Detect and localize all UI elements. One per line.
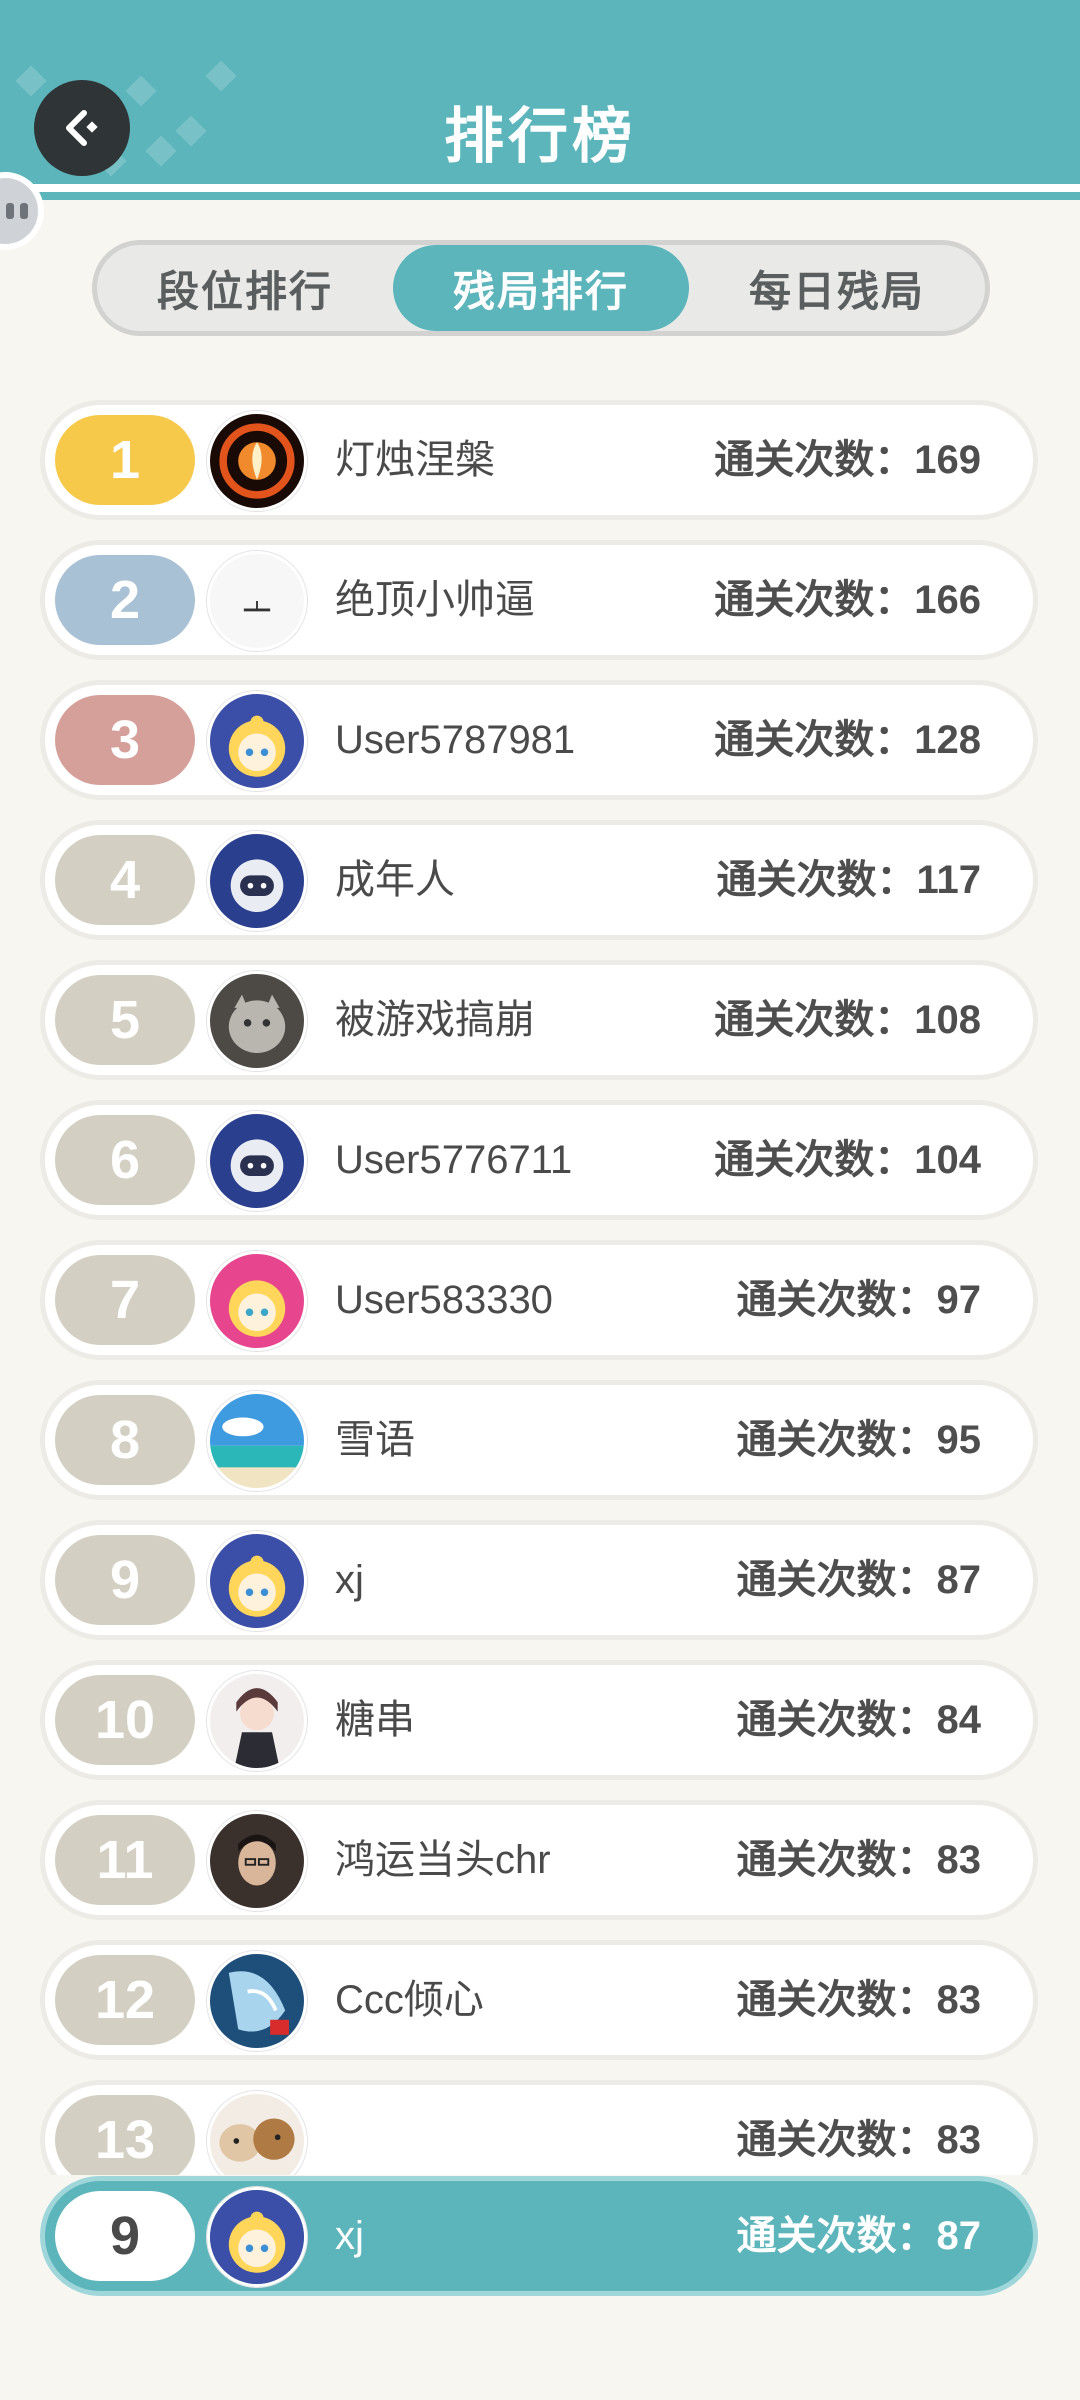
my-ranking-row[interactable]: 9 xj 通关次数：87 <box>40 2176 1038 2296</box>
cat-avatar-icon <box>207 971 307 1071</box>
ranking-row[interactable]: 11 鸿运当头chr 通关次数：83 <box>40 1800 1038 1920</box>
photo-avatar-icon <box>207 1811 307 1911</box>
rank-badge: 2 <box>55 555 195 645</box>
cartoon-girl-avatar-icon <box>207 1531 307 1631</box>
boat-avatar-icon <box>207 551 307 651</box>
player-name: 绝顶小帅逼 <box>335 578 535 622</box>
player-name: User5776711 <box>335 1138 573 1182</box>
pause-icon <box>6 203 28 219</box>
cartoon-girl-avatar-icon <box>207 691 307 791</box>
ranking-row[interactable]: 2 绝顶小帅逼 通关次数：166 <box>40 540 1038 660</box>
ranking-row[interactable]: 13 通关次数：83 <box>40 2080 1038 2175</box>
phoenix-avatar-icon <box>207 411 307 511</box>
clear-count: 通关次数：87 <box>736 1558 982 1602</box>
clear-count: 通关次数：128 <box>714 718 981 762</box>
ranking-row[interactable]: 5 被游戏搞崩 通关次数：108 <box>40 960 1038 1080</box>
player-name: 被游戏搞崩 <box>335 998 535 1042</box>
ranking-row[interactable]: 8 雪语 通关次数：95 <box>40 1380 1038 1500</box>
my-rank-badge: 9 <box>55 2191 195 2281</box>
rank-badge: 12 <box>55 1955 195 2045</box>
player-name: Ccc倾心 <box>335 1978 484 2022</box>
ranking-row[interactable]: 3 User5787981 通关次数：128 <box>40 680 1038 800</box>
player-name: User583330 <box>335 1278 553 1322</box>
rank-badge: 6 <box>55 1115 195 1205</box>
ranking-tabs: 段位排行 残局排行 每日残局 <box>92 240 990 336</box>
clear-count: 通关次数：166 <box>714 578 981 622</box>
rank-badge: 8 <box>55 1395 195 1485</box>
clear-count: 通关次数：83 <box>736 2118 982 2162</box>
ranking-row[interactable]: 4 成年人 通关次数：117 <box>40 820 1038 940</box>
ranking-row[interactable]: 12 Ccc倾心 通关次数：83 <box>40 1940 1038 2060</box>
player-name: 雪语 <box>335 1418 415 1462</box>
clear-count: 通关次数：97 <box>736 1278 982 1322</box>
robot-avatar-icon <box>207 1111 307 1211</box>
clear-count: 通关次数：95 <box>736 1418 982 1462</box>
ranking-row[interactable]: 6 User5776711 通关次数：104 <box>40 1100 1038 1220</box>
ranking-row[interactable]: 10 糖串 通关次数：84 <box>40 1660 1038 1780</box>
cartoon-girl-avatar-icon <box>207 2187 307 2287</box>
clear-count: 通关次数：84 <box>736 1698 982 1742</box>
player-name: 灯烛涅槃 <box>335 438 495 482</box>
my-player-name: xj <box>335 2214 364 2258</box>
rank-badge: 10 <box>55 1675 195 1765</box>
tab-rank-ranking[interactable]: 段位排行 <box>97 245 393 331</box>
ranking-row[interactable]: 1 灯烛涅槃 通关次数：169 <box>40 400 1038 520</box>
rank-badge: 7 <box>55 1255 195 1345</box>
rank-badge: 13 <box>55 2095 195 2175</box>
page-title: 排行榜 <box>444 103 636 170</box>
clear-count: 通关次数：83 <box>736 1838 982 1882</box>
tab-endgame-ranking[interactable]: 残局排行 <box>393 245 689 331</box>
rank-badge: 3 <box>55 695 195 785</box>
player-name: 糖串 <box>335 1698 415 1742</box>
my-clear-count: 通关次数：87 <box>736 2214 982 2258</box>
wolf-avatar-icon <box>207 1951 307 2051</box>
player-name: User5787981 <box>335 718 576 762</box>
clear-count: 通关次数：108 <box>714 998 981 1042</box>
robot-avatar-icon <box>207 831 307 931</box>
rank-badge: 1 <box>55 415 195 505</box>
header-divider <box>0 184 1080 192</box>
clear-count: 通关次数：83 <box>736 1978 982 2022</box>
player-name: 成年人 <box>335 858 455 902</box>
rank-badge: 4 <box>55 835 195 925</box>
anime-girl-avatar-icon <box>207 1671 307 1771</box>
rank-badge: 5 <box>55 975 195 1065</box>
cartoon-girl-pink-avatar-icon <box>207 1251 307 1351</box>
ranking-row[interactable]: 7 User583330 通关次数：97 <box>40 1240 1038 1360</box>
clear-count: 通关次数：117 <box>716 858 981 902</box>
ranking-list[interactable]: 1 灯烛涅槃 通关次数：169 2 绝顶小帅逼 通关次数：166 3 User5… <box>0 400 1080 2175</box>
player-name: xj <box>335 1558 364 1602</box>
beach-avatar-icon <box>207 1391 307 1491</box>
app-header: 排行榜 <box>0 0 1080 200</box>
rank-badge: 11 <box>55 1815 195 1905</box>
tab-daily-endgame[interactable]: 每日残局 <box>689 245 985 331</box>
dogs-avatar-icon <box>207 2091 307 2175</box>
player-name: 鸿运当头chr <box>335 1838 551 1882</box>
clear-count: 通关次数：169 <box>714 438 981 482</box>
ranking-row[interactable]: 9 xj 通关次数：87 <box>40 1520 1038 1640</box>
clear-count: 通关次数：104 <box>714 1138 981 1182</box>
rank-badge: 9 <box>55 1535 195 1625</box>
